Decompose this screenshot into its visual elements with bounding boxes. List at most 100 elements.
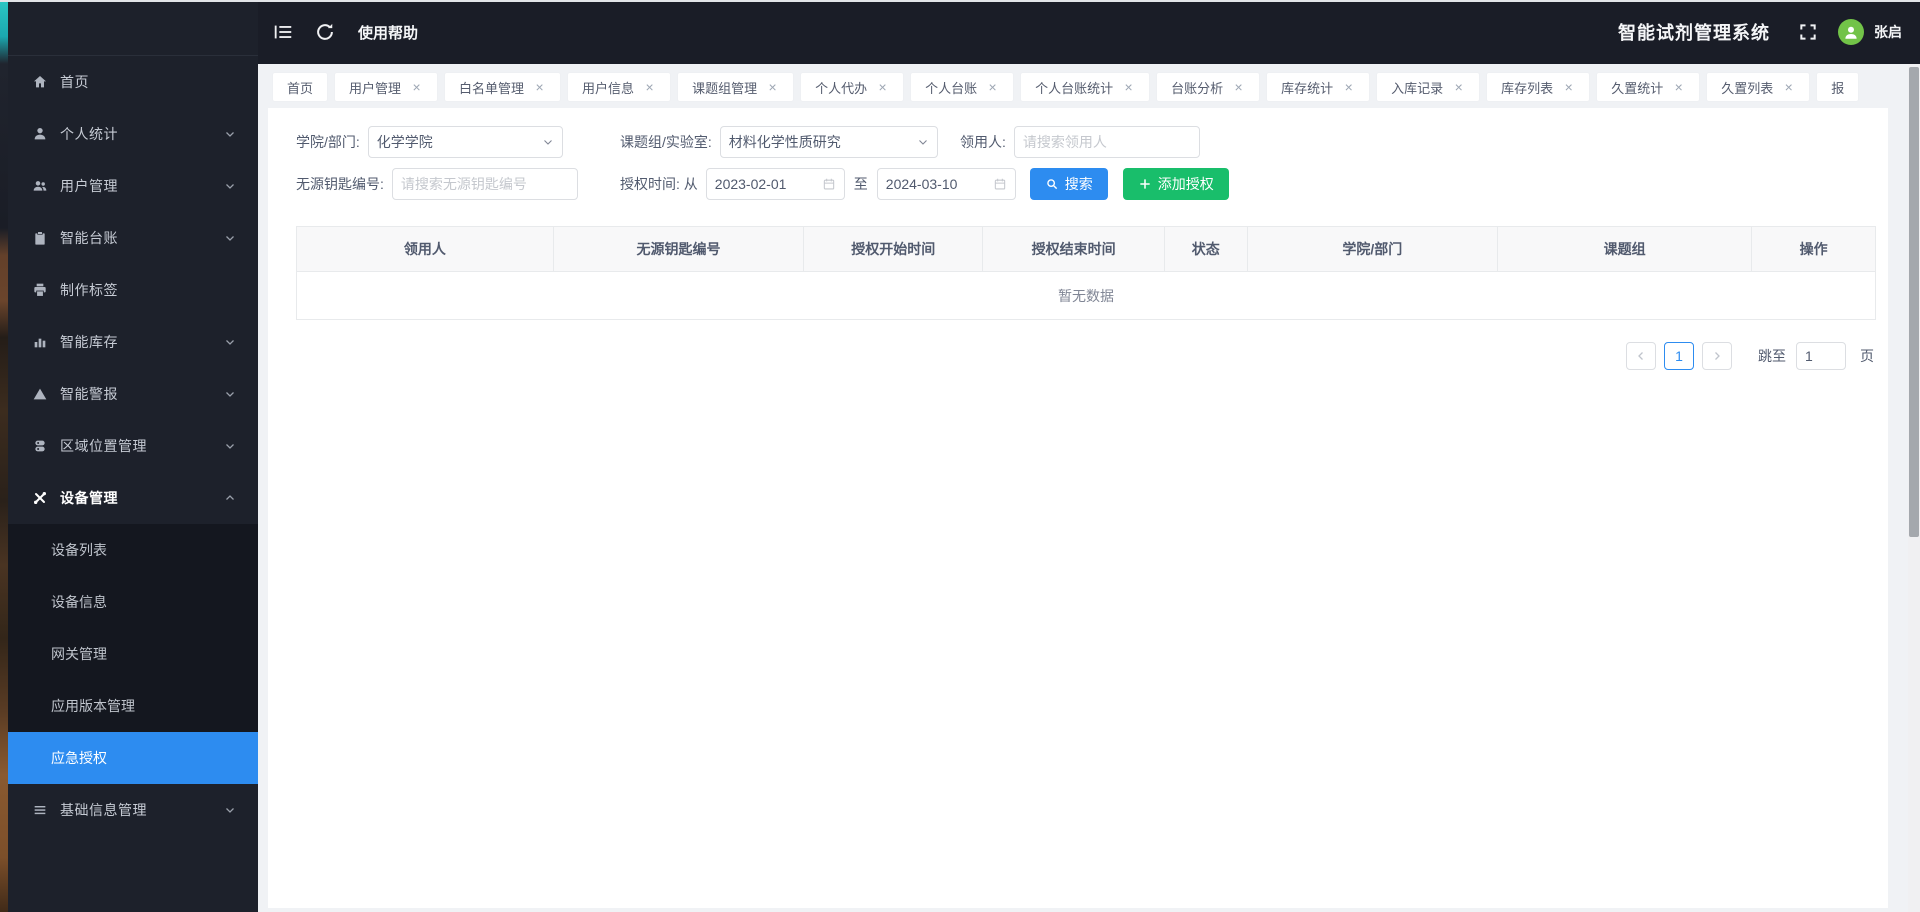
alert-triangle-icon: [32, 386, 48, 402]
sidebar-item-basic-info-management[interactable]: 基础信息管理: [8, 784, 258, 836]
vertical-scrollbar[interactable]: [1908, 64, 1920, 912]
close-icon[interactable]: ×: [1122, 80, 1135, 94]
sidebar-item-smart-inventory[interactable]: 智能库存: [8, 316, 258, 368]
submenu-item-emergency-authorization[interactable]: 应急授权: [8, 732, 258, 784]
sidebar-item-user-management[interactable]: 用户管理: [8, 160, 258, 212]
close-icon[interactable]: ×: [1452, 80, 1465, 94]
region-icon: [32, 438, 48, 454]
key-input[interactable]: [391, 168, 578, 200]
topbar-right: 智能试剂管理系统 张启: [1618, 19, 1920, 45]
tab-user-info[interactable]: 用户信息 ×: [567, 72, 672, 102]
chevron-down-icon: [224, 232, 236, 244]
recipient-input[interactable]: [1013, 126, 1200, 158]
printer-icon: [32, 282, 48, 298]
close-icon[interactable]: ×: [1672, 80, 1685, 94]
tab-inbound-records[interactable]: 入库记录 ×: [1376, 72, 1481, 102]
tab-personal-ledger[interactable]: 个人台账 ×: [910, 72, 1015, 102]
pagination: 1 跳至 页: [296, 342, 1876, 370]
tab-personal-ledger-stats[interactable]: 个人台账统计 ×: [1020, 72, 1151, 102]
group-select[interactable]: 材料化学性质研究: [719, 126, 938, 158]
main-content: 首页 用户管理 × 白名单管理 × 用户信息 × 课题组管理 × 个人代办 × 个人台账 ×…: [258, 64, 1908, 912]
tab-research-group-management[interactable]: 课题组管理 ×: [677, 72, 795, 102]
sidebar-item-smart-alerts[interactable]: 智能警报: [8, 368, 258, 420]
device-management-submenu: 设备列表 设备信息 网关管理 应用版本管理 应急授权: [8, 524, 258, 784]
sidebar-item-home[interactable]: 首页: [8, 56, 258, 108]
dept-select[interactable]: 化学学院: [367, 126, 563, 158]
sidebar-item-region-management[interactable]: 区域位置管理: [8, 420, 258, 472]
close-icon[interactable]: ×: [643, 80, 656, 94]
tab-label: 首页: [287, 80, 314, 96]
scrollbar-thumb[interactable]: [1909, 67, 1919, 537]
sidebar-logo-area: [8, 0, 258, 56]
tab-label: 入库记录: [1391, 80, 1444, 96]
submenu-item-label: 设备列表: [51, 542, 107, 558]
close-icon[interactable]: ×: [1782, 80, 1795, 94]
submenu-item-label: 网关管理: [51, 646, 107, 662]
sidebar-item-label: 制作标签: [60, 282, 118, 298]
close-icon[interactable]: ×: [986, 80, 999, 94]
date-from-picker[interactable]: 2023-02-01: [705, 168, 845, 200]
user-icon: [32, 126, 48, 142]
collapse-menu-icon[interactable]: [272, 21, 294, 43]
sidebar-item-label: 个人统计: [60, 126, 118, 142]
avatar[interactable]: [1838, 19, 1864, 45]
tab-label: 用户信息: [582, 80, 635, 96]
submenu-item-device-list[interactable]: 设备列表: [8, 524, 258, 576]
tab-inventory-list[interactable]: 库存列表 ×: [1486, 72, 1591, 102]
tab-inventory-stats[interactable]: 库存统计 ×: [1266, 72, 1371, 102]
tab-label: 久置统计: [1611, 80, 1664, 96]
add-authorization-button[interactable]: 添加授权: [1122, 168, 1229, 200]
tab-ledger-analysis[interactable]: 台账分析 ×: [1156, 72, 1261, 102]
topbar: 使用帮助 智能试剂管理系统 张启: [258, 0, 1920, 64]
sidebar-item-label: 智能台账: [60, 230, 118, 246]
tab-home[interactable]: 首页: [272, 72, 329, 102]
tab-label: 台账分析: [1171, 80, 1224, 96]
close-icon[interactable]: ×: [1562, 80, 1575, 94]
submenu-item-gateway-management[interactable]: 网关管理: [8, 628, 258, 680]
dept-select-value: 化学学院: [376, 134, 433, 150]
close-icon[interactable]: ×: [1342, 80, 1355, 94]
list-icon: [32, 802, 48, 818]
close-icon[interactable]: ×: [766, 80, 779, 94]
fullscreen-icon[interactable]: [1798, 22, 1818, 42]
prev-page-button[interactable]: [1626, 342, 1656, 370]
sidebar-item-personal-stats[interactable]: 个人统计: [8, 108, 258, 160]
column-header-auth-start: 授权开始时间: [804, 227, 984, 271]
jump-to-page-input[interactable]: [1796, 342, 1846, 370]
calendar-icon: [822, 177, 836, 191]
dept-label: 学院/部门:: [296, 134, 360, 150]
tab-whitelist-management[interactable]: 白名单管理 ×: [444, 72, 562, 102]
sidebar-item-label: 区域位置管理: [60, 438, 147, 454]
top-hairline: [0, 0, 1920, 2]
close-icon[interactable]: ×: [410, 80, 423, 94]
tab-user-management[interactable]: 用户管理 ×: [334, 72, 439, 102]
search-icon: [1045, 177, 1059, 191]
tab-idle-list[interactable]: 久置列表 ×: [1706, 72, 1811, 102]
close-icon[interactable]: ×: [876, 80, 889, 94]
close-icon[interactable]: ×: [533, 80, 546, 94]
next-page-button[interactable]: [1702, 342, 1732, 370]
tab-label: 久置列表: [1721, 80, 1774, 96]
page-number-button[interactable]: 1: [1664, 342, 1694, 370]
close-icon[interactable]: ×: [1232, 80, 1245, 94]
sidebar-item-device-management[interactable]: 设备管理: [8, 472, 258, 524]
tab-label: 库存列表: [1501, 80, 1554, 96]
search-button[interactable]: 搜索: [1029, 168, 1108, 200]
filter-time-range: 授权时间: 从 2023-02-01 至 2024-03-10 搜索 添加授权: [620, 168, 1229, 200]
sidebar-item-make-labels[interactable]: 制作标签: [8, 264, 258, 316]
date-to-picker[interactable]: 2024-03-10: [876, 168, 1016, 200]
tab-personal-todo[interactable]: 个人代办 ×: [800, 72, 905, 102]
submenu-item-app-version-management[interactable]: 应用版本管理: [8, 680, 258, 732]
submenu-item-device-info[interactable]: 设备信息: [8, 576, 258, 628]
time-label: 授权时间: 从: [620, 176, 698, 192]
refresh-icon[interactable]: [314, 21, 336, 43]
user-name[interactable]: 张启: [1874, 22, 1902, 42]
sidebar-item-label: 基础信息管理: [60, 802, 147, 818]
tab-clipped[interactable]: 报: [1816, 72, 1860, 102]
submenu-item-label: 设备信息: [51, 594, 107, 610]
help-link[interactable]: 使用帮助: [358, 22, 418, 43]
tab-idle-stats[interactable]: 久置统计 ×: [1596, 72, 1701, 102]
chevron-down-icon: [917, 136, 929, 148]
sidebar-item-smart-ledger[interactable]: 智能台账: [8, 212, 258, 264]
sidebar-item-label: 首页: [60, 74, 89, 90]
